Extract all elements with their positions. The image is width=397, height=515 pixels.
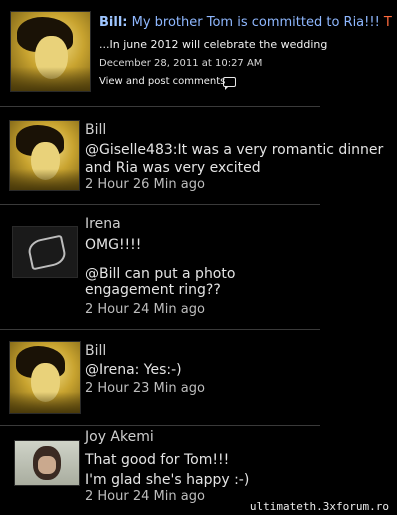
post-date: December 28, 2011 at 10:27 AM [99,58,263,69]
author-name[interactable]: Joy Akemi [85,429,154,445]
comment-time: 2 Hour 24 Min ago [85,302,205,317]
post-1: Bill: My brother Tom is committed to Ria… [0,0,397,105]
comment-time: 2 Hour 24 Min ago [85,489,205,504]
author-name[interactable]: Bill [85,122,106,138]
post-subtitle: ...In june 2012 will celebrate the weddi… [99,38,328,51]
author-name[interactable]: Irena [85,216,121,232]
comment-line: engagement ring?? [85,282,221,298]
comment-time: 2 Hour 26 Min ago [85,177,205,192]
author-name[interactable]: Bill: [99,15,127,30]
avatar[interactable] [14,440,80,486]
avatar[interactable] [9,120,80,191]
post-3: Irena OMG!!!! @Bill can put a photo enga… [0,205,397,329]
post-2: Bill @Giselle483:It was a very romantic … [0,107,397,204]
author-name[interactable]: Bill [85,343,106,359]
comment-line: OMG!!!! [85,237,142,253]
comment-line: I'm glad she's happy :-) [85,472,250,488]
avatar[interactable] [12,226,78,278]
comment-line: That good for Tom!!! [85,452,230,468]
post-headline: Bill: My brother Tom is committed to Ria… [99,15,392,30]
watermark: ultimateth.3xforum.ro [249,500,389,513]
comment-line: @Irena: Yes:-) [85,362,182,378]
post-text: My brother Tom is committed to Ria!!! [131,15,380,30]
avatar[interactable] [9,341,81,414]
comment-line: @Giselle483:It was a very romantic dinne… [85,142,384,158]
view-comments-link[interactable]: View and post comments [99,76,225,87]
post-text-overflow: T [379,15,392,30]
comment-icon[interactable] [223,77,236,90]
comment-time: 2 Hour 23 Min ago [85,381,205,396]
post-4: Bill @Irena: Yes:-) 2 Hour 23 Min ago [0,330,397,426]
avatar[interactable] [10,11,91,92]
comment-line: and Ria was very excited [85,160,261,176]
